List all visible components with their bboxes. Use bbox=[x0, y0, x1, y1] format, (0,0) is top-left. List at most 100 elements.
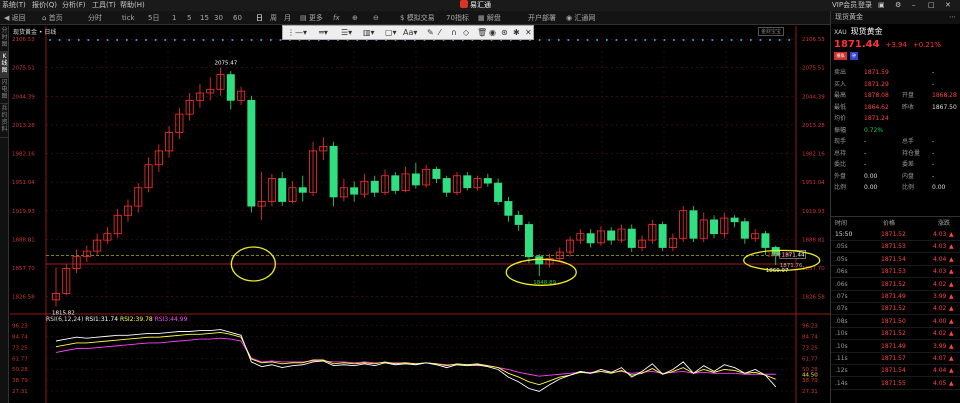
settings-icon[interactable]: ⚙ bbox=[895, 0, 901, 11]
close-tool-icon[interactable]: ✕ bbox=[525, 26, 532, 39]
tab-15min[interactable]: 15 bbox=[200, 11, 209, 25]
tab-60min[interactable]: 60 bbox=[233, 11, 242, 25]
menu-system[interactable]: 系统(T) bbox=[2, 0, 26, 11]
eye-tool-icon[interactable]: ◉ bbox=[489, 26, 496, 39]
sim-badge[interactable]: 模拟 bbox=[834, 52, 847, 60]
price-axis-label-right: 2013.28 bbox=[802, 123, 825, 129]
tab-tick[interactable]: tick bbox=[122, 11, 135, 25]
formula-button[interactable]: fx bbox=[333, 11, 340, 25]
menu-help[interactable]: 帮助(H) bbox=[120, 0, 145, 11]
drag-handle-icon[interactable]: ⋮ bbox=[287, 26, 295, 39]
vip-link[interactable]: VIP会员 bbox=[832, 0, 857, 11]
up-arrow-icon: ▲ bbox=[949, 268, 954, 276]
lock-tool-icon[interactable]: ⊛ bbox=[501, 26, 508, 39]
menu-tools[interactable]: 工具(T) bbox=[92, 0, 116, 11]
settings-tool-icon[interactable]: ✱ bbox=[513, 26, 520, 39]
line-tool-icon[interactable]: —▾ bbox=[295, 26, 307, 39]
analysis-button[interactable]: ▦ 解盘 bbox=[478, 11, 501, 25]
quote-row-label-2: 总手 bbox=[902, 138, 915, 145]
event-marker bbox=[682, 39, 685, 41]
delete-tool-icon[interactable]: 🗑 bbox=[477, 26, 487, 39]
candle-body bbox=[411, 173, 420, 186]
quote-row-value: 1871.29 bbox=[864, 80, 889, 88]
fib-tool-icon[interactable]: ☰▾ bbox=[341, 26, 352, 39]
tab-1min[interactable]: 1 bbox=[172, 11, 176, 25]
tick-time: .14s bbox=[835, 379, 848, 387]
minimize-icon[interactable]: – bbox=[912, 0, 916, 11]
view-side-tabs: 分时图 K线图 闪电图 兵约资料 bbox=[0, 26, 9, 403]
side-tab-kline[interactable]: K线图 bbox=[0, 52, 9, 78]
more-label: 更多 bbox=[308, 14, 323, 22]
quote-panel-header: 现货黄金 ⋯ bbox=[831, 11, 960, 24]
tick-change: 3.99 bbox=[933, 293, 947, 300]
quote-row-label: 买入 bbox=[834, 80, 847, 88]
text-tool-icon[interactable]: Aa▾ bbox=[403, 26, 417, 39]
price-axis-label-left: 2013.28 bbox=[12, 123, 35, 129]
event-marker bbox=[567, 39, 570, 41]
fx678-button[interactable]: ◉ 汇通网 bbox=[566, 11, 595, 25]
tick-col-time: 时间 bbox=[835, 220, 848, 227]
rsi-axis-label-right: 61.77 bbox=[802, 356, 818, 362]
event-marker bbox=[87, 39, 90, 41]
brush-tool-icon[interactable]: ⁄ bbox=[439, 26, 440, 39]
sim-trade-button[interactable]: $ 模拟交易 bbox=[400, 11, 435, 25]
close-icon[interactable]: ✕ bbox=[945, 0, 951, 11]
price-axis-label-left: 1951.04 bbox=[12, 180, 35, 186]
side-tab-intraday[interactable]: 分时图 bbox=[0, 26, 9, 52]
tick-change: 4.03 bbox=[933, 231, 947, 238]
tick-price: 1871.50 bbox=[881, 317, 906, 325]
tab-5min[interactable]: 5 bbox=[187, 11, 191, 25]
quote-more-icon[interactable]: ⋯ bbox=[949, 11, 956, 24]
open-account-button[interactable]: 开户部署 bbox=[528, 11, 556, 25]
quality-box[interactable]: 金财宝宝 bbox=[758, 27, 785, 36]
candle-body bbox=[514, 214, 523, 225]
up-arrow-icon: ▲ bbox=[949, 379, 954, 387]
tab-intraday[interactable]: 分时 bbox=[88, 11, 102, 25]
event-marker bbox=[164, 39, 167, 41]
quote-row-value: 1871.59 bbox=[864, 69, 889, 76]
price-axis-label-left: 1826.58 bbox=[12, 295, 35, 301]
tab-daily[interactable]: 日 bbox=[256, 11, 263, 25]
more-button[interactable]: ▤ 更多 bbox=[300, 11, 323, 25]
maximize-icon[interactable]: □ bbox=[928, 0, 935, 11]
login-link[interactable]: 登录 bbox=[858, 0, 872, 11]
shape-tool-icon[interactable]: ▢▾ bbox=[385, 26, 397, 39]
event-marker bbox=[49, 39, 51, 41]
candle-body bbox=[730, 217, 739, 223]
menu-quote[interactable]: 报价(Q) bbox=[32, 0, 57, 11]
pencil-tool-icon[interactable]: ✎ bbox=[427, 26, 434, 39]
indicators-button[interactable]: 70指标 bbox=[446, 11, 469, 25]
tab-5day[interactable]: 5日 bbox=[148, 11, 159, 25]
event-marker bbox=[605, 39, 608, 41]
zoom-in-button[interactable]: ⊕ bbox=[352, 11, 358, 25]
tick-price: 1871.52 bbox=[881, 280, 906, 288]
tab-weekly[interactable]: 周 bbox=[270, 11, 277, 25]
alert-badge[interactable]: 钟 bbox=[850, 52, 858, 60]
tab-monthly[interactable]: 月 bbox=[284, 11, 291, 25]
menu-analysis[interactable]: 分析(F) bbox=[62, 0, 86, 11]
candle-body bbox=[710, 219, 719, 235]
event-marker bbox=[538, 39, 541, 41]
event-marker bbox=[730, 39, 733, 41]
magnet-tool-icon[interactable]: ∩ bbox=[451, 26, 457, 39]
rsi-axis-label-right: 96.23 bbox=[802, 324, 818, 330]
side-tab-contract-info[interactable]: 兵约资料 bbox=[0, 104, 9, 138]
home-button[interactable]: ⌂ 首页 bbox=[42, 11, 63, 25]
bars-tool-icon[interactable]: ▥▾ bbox=[363, 26, 375, 39]
kline-chart[interactable]: 2106.53 2106.53 2075.51 2075.51 2044.39 2044.… bbox=[10, 26, 830, 403]
rsi-axis-label-left: 27.31 bbox=[12, 389, 28, 395]
event-marker bbox=[106, 39, 109, 41]
side-tab-flash[interactable]: 闪电图 bbox=[0, 78, 9, 104]
tab-30min[interactable]: 30 bbox=[214, 11, 223, 25]
tick-price: 1871.55 bbox=[881, 379, 906, 387]
candle-body bbox=[442, 178, 451, 193]
tick-row: .07s 1871.49 3.99 ▲ bbox=[831, 291, 960, 303]
back-button[interactable]: ◀ 返回 bbox=[4, 11, 26, 25]
hline-tool-icon[interactable]: ═▾ bbox=[319, 26, 328, 39]
zoom-out-button[interactable]: ⊖ bbox=[373, 11, 379, 25]
candle-body bbox=[524, 224, 533, 258]
eraser-tool-icon[interactable]: ◇ bbox=[463, 26, 469, 39]
skin-icon[interactable]: ▣ bbox=[878, 0, 885, 11]
tick-change: 4.03 bbox=[933, 243, 947, 251]
symbol-code: XAU bbox=[834, 29, 847, 36]
